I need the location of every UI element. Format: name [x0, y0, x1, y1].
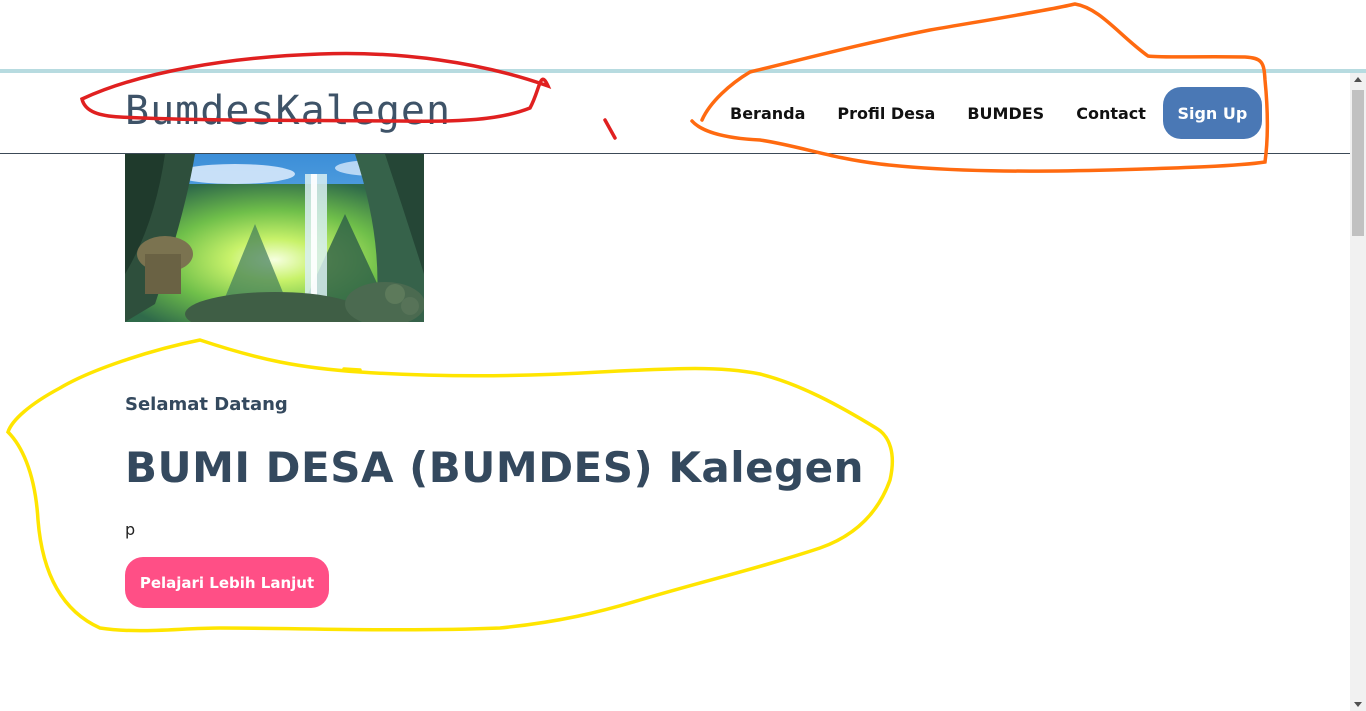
scroll-down-arrow-icon[interactable] — [1354, 702, 1362, 707]
main-nav: Beranda Profil Desa BUMDES Contact Sign … — [714, 87, 1262, 139]
hero-image — [125, 154, 424, 322]
hero-headline: BUMI DESA (BUMDES) Kalegen — [125, 443, 865, 492]
navbar: BumdesKalegen Beranda Profil Desa BUMDES… — [0, 73, 1350, 154]
signup-button[interactable]: Sign Up — [1162, 87, 1262, 139]
nav-link-contact[interactable]: Contact — [1060, 104, 1162, 123]
nav-link-profil-desa[interactable]: Profil Desa — [821, 104, 951, 123]
nav-link-beranda[interactable]: Beranda — [714, 104, 821, 123]
yellow-annotation-tick — [342, 367, 362, 372]
brand-logo[interactable]: BumdesKalegen — [125, 87, 451, 135]
scrollbar-thumb[interactable] — [1352, 90, 1364, 236]
hero-paragraph: p — [125, 520, 136, 539]
browser-viewport: BumdesKalegen Beranda Profil Desa BUMDES… — [0, 0, 1366, 711]
nav-link-bumdes[interactable]: BUMDES — [951, 104, 1060, 123]
learn-more-button[interactable]: Pelajari Lebih Lanjut — [125, 557, 329, 608]
welcome-text: Selamat Datang — [125, 394, 288, 415]
vertical-scrollbar[interactable] — [1350, 73, 1366, 711]
scroll-up-arrow-icon[interactable] — [1354, 77, 1362, 82]
landscape-illustration-icon — [125, 154, 424, 322]
